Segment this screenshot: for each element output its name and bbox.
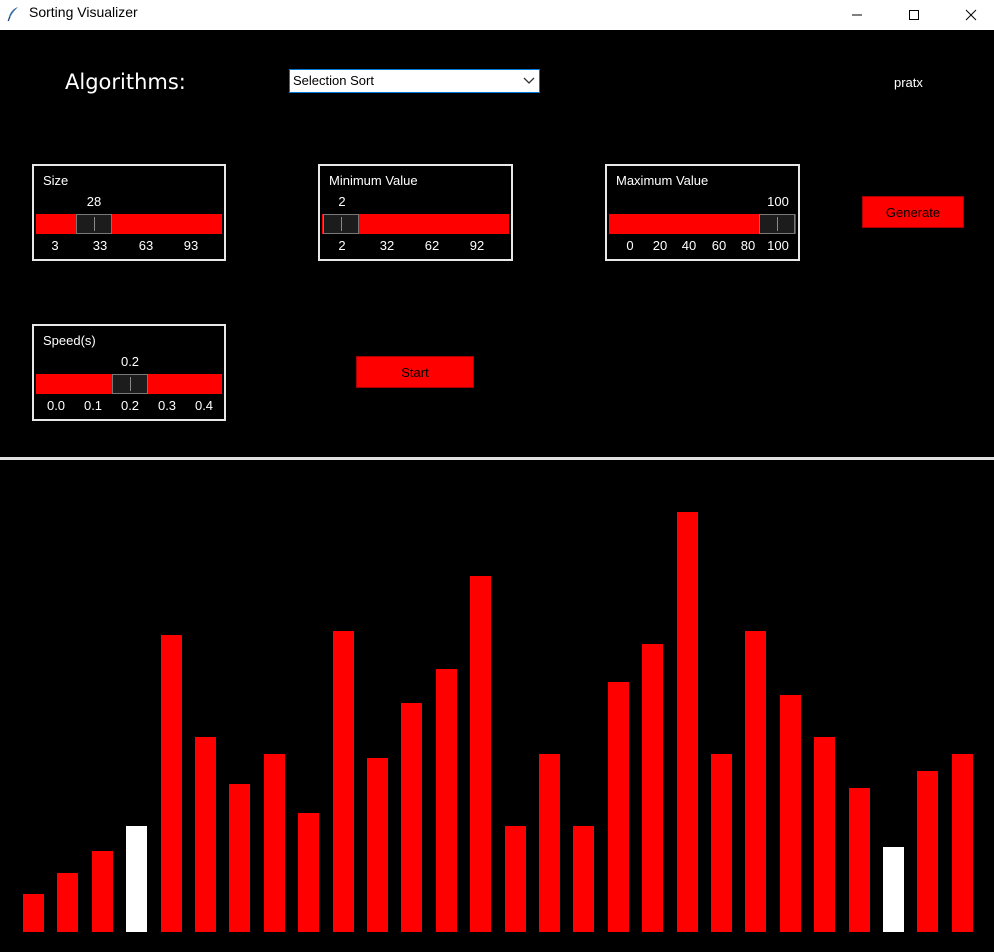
size-slider-trough[interactable]: [36, 214, 222, 234]
array-bar: [814, 736, 836, 932]
array-bar: [917, 770, 939, 932]
speed-slider-handle[interactable]: [112, 374, 148, 394]
array-bar: [951, 753, 973, 932]
array-bar: [229, 783, 251, 932]
algorithms-label: Algorithms:: [65, 70, 186, 94]
min-value-tick: 2: [338, 238, 346, 253]
max-value-tick: 20: [652, 238, 668, 253]
array-bar: [23, 893, 44, 932]
generate-button[interactable]: Generate: [862, 196, 964, 228]
feather-icon: [7, 7, 18, 22]
array-bar: [711, 753, 732, 932]
speed-tick: 0.3: [157, 398, 177, 413]
algorithm-select[interactable]: Selection Sort: [289, 69, 540, 93]
bar-canvas: [0, 460, 994, 952]
minimize-button[interactable]: [834, 0, 880, 30]
maximize-icon: [909, 10, 919, 20]
size-label: Size: [43, 173, 69, 188]
app-window: Algorithms: Selection Sort pratx Size 28…: [0, 30, 994, 952]
max-value-tick: 80: [740, 238, 756, 253]
min-value-tick: 92: [469, 238, 485, 253]
array-bar: [642, 643, 664, 932]
title-bar: Sorting Visualizer: [0, 0, 994, 30]
window-title: Sorting Visualizer: [29, 4, 138, 20]
min-value-scale: Minimum Value 2 2 32 62 92: [318, 164, 513, 261]
array-bar: [298, 813, 320, 932]
size-tick: 33: [92, 238, 108, 253]
array-bar: [539, 753, 560, 932]
max-value-tick: 0: [626, 238, 634, 253]
max-value-label: Maximum Value: [616, 173, 709, 188]
array-bar: [470, 575, 492, 932]
array-bar: [332, 630, 354, 932]
array-bar: [607, 681, 629, 932]
array-bar: [435, 669, 457, 932]
array-bar: [676, 512, 698, 932]
array-bar: [91, 851, 113, 932]
array-bar: [160, 635, 182, 932]
min-value-tick: 32: [379, 238, 395, 253]
chevron-down-icon: [523, 77, 535, 84]
max-value-current-value: 100: [767, 194, 789, 209]
size-tick: 63: [138, 238, 154, 253]
array-bar: [573, 826, 595, 932]
minimize-icon: [852, 14, 862, 16]
algorithm-select-value: Selection Sort: [293, 73, 374, 88]
array-bar: [57, 872, 79, 932]
max-value-tick: 40: [681, 238, 697, 253]
min-value-label: Minimum Value: [329, 173, 418, 188]
start-button[interactable]: Start: [356, 356, 474, 388]
max-value-slider-handle[interactable]: [759, 214, 795, 234]
array-bar: [195, 736, 216, 932]
array-bar: [883, 847, 904, 932]
array-bar: [848, 787, 870, 932]
size-tick: 93: [183, 238, 199, 253]
close-icon: [965, 9, 977, 21]
min-value-slider-handle[interactable]: [323, 214, 359, 234]
maximize-button[interactable]: [891, 0, 937, 30]
speed-tick: 0.2: [120, 398, 140, 413]
array-bar: [126, 826, 148, 932]
author-label: pratx: [894, 75, 923, 90]
max-value-tick: 100: [767, 238, 789, 253]
close-button[interactable]: [948, 0, 994, 30]
speed-scale: Speed(s) 0.2 0.0 0.1 0.2 0.3 0.4: [32, 324, 226, 421]
array-bar: [263, 753, 285, 932]
speed-tick: 0.1: [83, 398, 103, 413]
max-value-scale: Maximum Value 100 0 20 40 60 80 100: [605, 164, 800, 261]
array-bar: [367, 758, 388, 932]
size-scale: Size 28 3 33 63 93: [32, 164, 226, 261]
speed-current-value: 0.2: [120, 354, 140, 369]
size-slider-handle[interactable]: [76, 214, 112, 234]
speed-tick: 0.0: [46, 398, 66, 413]
max-value-tick: 60: [711, 238, 727, 253]
size-tick: 3: [51, 238, 59, 253]
min-value-current-value: 2: [338, 194, 346, 209]
min-value-tick: 62: [424, 238, 440, 253]
speed-label: Speed(s): [43, 333, 96, 348]
array-bar: [504, 826, 526, 932]
speed-tick: 0.4: [194, 398, 214, 413]
array-bar: [779, 694, 801, 932]
size-current-value: 28: [86, 194, 102, 209]
array-bar: [401, 703, 423, 932]
array-bar: [745, 630, 767, 932]
